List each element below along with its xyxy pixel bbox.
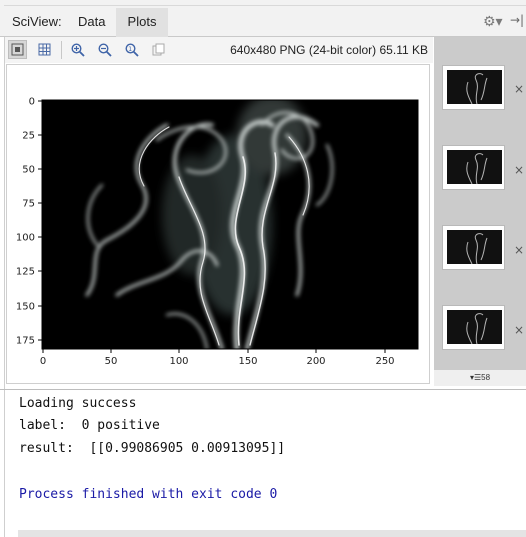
horizontal-scrollbar[interactable] [18, 530, 526, 537]
close-thumbnail-icon[interactable]: × [514, 163, 524, 177]
y-tick-150: 150 [16, 302, 42, 313]
console-line: label: 0 positive [19, 418, 160, 433]
plot-thumbnail[interactable] [442, 305, 505, 350]
svg-text:50: 50 [22, 165, 35, 176]
console-exit-line: Process finished with exit code 0 [19, 487, 278, 502]
top-hairline [4, 5, 526, 6]
svg-text:75: 75 [22, 199, 35, 210]
x-tick-0: 0 [40, 349, 46, 367]
svg-text:25: 25 [22, 131, 35, 142]
svg-text:0: 0 [29, 97, 35, 108]
y-tick-50: 50 [22, 165, 42, 176]
sciview-label: SciView: [12, 14, 62, 29]
close-thumbnail-icon[interactable]: × [514, 323, 524, 337]
run-console[interactable]: Loading success label: 0 positive result… [5, 390, 526, 537]
plot-thumbnail[interactable] [442, 145, 505, 190]
x-tick-200: 200 [306, 349, 326, 367]
tab-plots[interactable]: Plots [116, 8, 168, 37]
fit-to-window-icon[interactable] [8, 40, 27, 59]
grid-icon[interactable] [35, 40, 54, 59]
plot-thumbnail[interactable] [442, 65, 505, 110]
toolbar-separator [61, 41, 62, 59]
y-tick-0: 0 [29, 97, 42, 108]
gear-icon[interactable]: ⚙▾ [483, 14, 503, 30]
image-toolbar: 1 640x480 PNG (24-bit color) 65.11 KB [5, 37, 433, 63]
zoom-out-icon[interactable] [95, 40, 114, 59]
close-thumbnail-icon[interactable]: × [514, 82, 524, 96]
svg-text:150: 150 [238, 356, 257, 367]
x-tick-50: 50 [105, 349, 118, 367]
svg-text:250: 250 [375, 356, 394, 367]
hide-panel-icon[interactable]: →| [510, 13, 524, 27]
plot-thumbnail[interactable] [442, 225, 505, 270]
svg-text:200: 200 [306, 356, 325, 367]
y-tick-75: 75 [22, 199, 42, 210]
svg-text:125: 125 [16, 267, 35, 278]
x-tick-100: 100 [169, 349, 189, 367]
svg-text:100: 100 [16, 233, 35, 244]
svg-text:50: 50 [105, 356, 118, 367]
x-axis: 0 50 100 150 200 250 [40, 349, 395, 367]
x-tick-150: 150 [238, 349, 258, 367]
plot-thumbnails: × × × × [434, 37, 526, 370]
copy-icon[interactable] [149, 40, 168, 59]
y-tick-100: 100 [16, 233, 42, 244]
y-tick-125: 125 [16, 267, 42, 278]
sciview-tab-bar: SciView: Data Plots ⚙▾ →| [0, 0, 526, 37]
actual-size-icon[interactable]: 1 [122, 40, 141, 59]
x-tick-250: 250 [375, 349, 395, 367]
thumbnail-count[interactable]: ▾☰58 [434, 370, 526, 386]
zoom-in-icon[interactable] [68, 40, 87, 59]
console-line: Loading success [19, 396, 137, 411]
svg-text:0: 0 [40, 356, 46, 367]
tab-data[interactable]: Data [68, 8, 115, 37]
console-line: result: [[0.99086905 0.00913095]] [19, 441, 286, 456]
svg-text:1: 1 [128, 46, 132, 53]
close-thumbnail-icon[interactable]: × [514, 243, 524, 257]
image-info: 640x480 PNG (24-bit color) 65.11 KB [230, 43, 428, 57]
svg-text:100: 100 [169, 356, 188, 367]
image-viewer[interactable]: 0 25 50 75 100 125 150 175 0 50 100 150 … [6, 64, 430, 384]
y-axis: 0 25 50 75 100 125 150 175 [16, 97, 42, 347]
matplotlib-plot: 0 25 50 75 100 125 150 175 0 50 100 150 … [16, 97, 419, 367]
y-tick-175: 175 [16, 336, 42, 347]
svg-text:175: 175 [16, 336, 35, 347]
y-tick-25: 25 [22, 131, 42, 142]
svg-text:150: 150 [16, 302, 35, 313]
